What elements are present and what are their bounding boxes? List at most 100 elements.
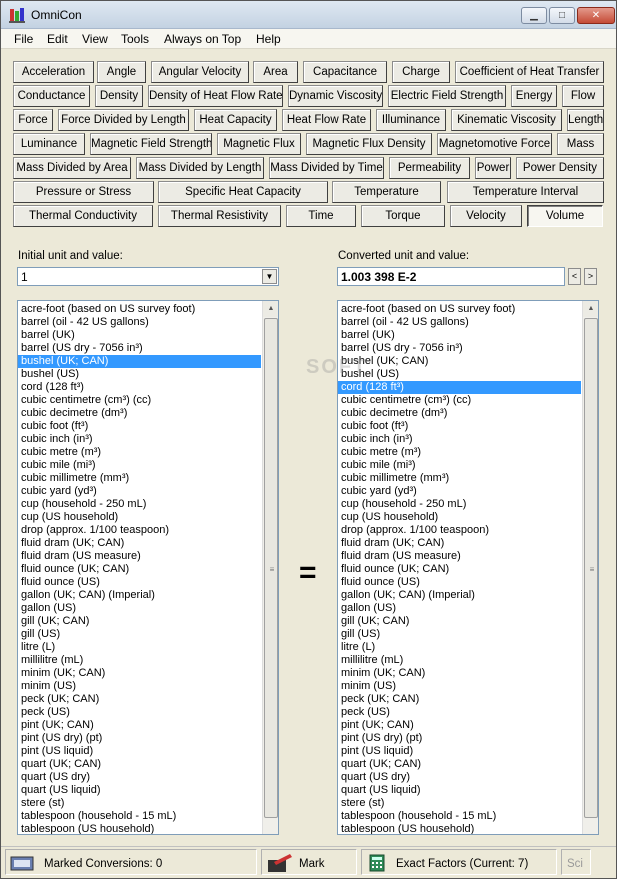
category-button-mass[interactable]: Mass <box>557 133 604 155</box>
unit-list-item[interactable]: cubic decimetre (dm³) <box>338 407 581 420</box>
next-arrow-icon[interactable]: > <box>584 268 597 285</box>
category-button-magnetic-flux[interactable]: Magnetic Flux <box>217 133 301 155</box>
unit-list-item[interactable]: millilitre (mL) <box>338 654 581 667</box>
unit-list-item[interactable]: cubic decimetre (dm³) <box>18 407 261 420</box>
unit-list-item[interactable]: fluid dram (US measure) <box>338 550 581 563</box>
unit-list-item[interactable]: cup (household - 250 mL) <box>338 498 581 511</box>
unit-list-item[interactable]: peck (US) <box>18 706 261 719</box>
category-button-angle[interactable]: Angle <box>97 61 146 83</box>
unit-list-item[interactable]: acre-foot (based on US survey foot) <box>338 303 581 316</box>
mark-panel[interactable]: Mark <box>261 849 357 875</box>
category-button-pressure-or-stress[interactable]: Pressure or Stress <box>13 181 154 203</box>
unit-list-item[interactable]: barrel (UK) <box>338 329 581 342</box>
unit-list-item[interactable]: bushel (UK; CAN) <box>18 355 261 368</box>
category-button-coefficient-of-heat-transfer[interactable]: Coefficient of Heat Transfer <box>455 61 604 83</box>
unit-list-item[interactable]: cubic centimetre (cm³) (cc) <box>338 394 581 407</box>
unit-list-item[interactable]: fluid ounce (UK; CAN) <box>338 563 581 576</box>
category-button-kinematic-viscosity[interactable]: Kinematic Viscosity <box>451 109 562 131</box>
category-button-illuminance[interactable]: Illuminance <box>376 109 446 131</box>
unit-list-item[interactable]: tablespoon (US household) <box>338 823 581 834</box>
unit-list-item[interactable]: litre (L) <box>338 641 581 654</box>
category-button-force[interactable]: Force <box>13 109 53 131</box>
unit-list-item[interactable]: gallon (US) <box>18 602 261 615</box>
category-button-thermal-conductivity[interactable]: Thermal Conductivity <box>13 205 153 227</box>
category-button-dynamic-viscosity[interactable]: Dynamic Viscosity <box>288 85 383 107</box>
category-button-volume[interactable]: Volume <box>527 205 603 227</box>
category-button-charge[interactable]: Charge <box>392 61 450 83</box>
unit-list-item[interactable]: cup (household - 250 mL) <box>18 498 261 511</box>
unit-list-item[interactable]: peck (UK; CAN) <box>338 693 581 706</box>
category-button-velocity[interactable]: Velocity <box>450 205 522 227</box>
exact-factors-panel[interactable]: Exact Factors (Current: 7) <box>361 849 557 875</box>
category-button-length[interactable]: Length <box>567 109 604 131</box>
unit-list-item[interactable]: cubic mile (mi³) <box>338 459 581 472</box>
scroll-up-icon[interactable]: ▲ <box>263 301 278 317</box>
unit-list-item[interactable]: millilitre (mL) <box>18 654 261 667</box>
title-bar[interactable]: OmniCon ▁ □ ✕ <box>1 1 616 29</box>
unit-list-item[interactable]: cubic inch (in³) <box>338 433 581 446</box>
unit-list-item[interactable]: barrel (US dry - 7056 in³) <box>338 342 581 355</box>
menu-file[interactable]: File <box>14 32 33 46</box>
target-unit-list[interactable]: acre-foot (based on US survey foot) barre… <box>337 300 599 835</box>
unit-list-item[interactable]: minim (UK; CAN) <box>18 667 261 680</box>
unit-list-item[interactable]: barrel (US dry - 7056 in³) <box>18 342 261 355</box>
target-list-scrollbar[interactable]: ▲ ≡ <box>582 301 598 834</box>
source-unit-list[interactable]: acre-foot (based on US survey foot) barre… <box>17 300 279 835</box>
category-button-mass-divided-by-length[interactable]: Mass Divided by Length <box>136 157 264 179</box>
sci-panel[interactable]: Sci <box>561 849 591 875</box>
unit-list-item[interactable]: quart (UK; CAN) <box>18 758 261 771</box>
category-button-electric-field-strength[interactable]: Electric Field Strength <box>388 85 506 107</box>
unit-list-item[interactable]: pint (US liquid) <box>338 745 581 758</box>
unit-list-item[interactable]: minim (UK; CAN) <box>338 667 581 680</box>
marked-conversions-panel[interactable]: Marked Conversions: 0 <box>5 849 257 875</box>
category-button-capacitance[interactable]: Capacitance <box>303 61 387 83</box>
category-button-mass-divided-by-time[interactable]: Mass Divided by Time <box>269 157 384 179</box>
unit-list-item[interactable]: fluid dram (UK; CAN) <box>18 537 261 550</box>
unit-list-item[interactable]: barrel (UK) <box>18 329 261 342</box>
unit-list-item[interactable]: tablespoon (household - 15 mL) <box>338 810 581 823</box>
unit-list-item[interactable]: gill (UK; CAN) <box>338 615 581 628</box>
unit-list-item[interactable]: drop (approx. 1/100 teaspoon) <box>338 524 581 537</box>
category-button-temperature-interval[interactable]: Temperature Interval <box>447 181 604 203</box>
unit-list-item[interactable]: stere (st) <box>18 797 261 810</box>
category-button-conductance[interactable]: Conductance <box>13 85 90 107</box>
unit-list-item[interactable]: pint (US dry) (pt) <box>338 732 581 745</box>
unit-list-item[interactable]: bushel (US) <box>338 368 581 381</box>
category-button-angular-velocity[interactable]: Angular Velocity <box>151 61 249 83</box>
unit-list-item[interactable]: fluid dram (UK; CAN) <box>338 537 581 550</box>
unit-list-item[interactable]: litre (L) <box>18 641 261 654</box>
initial-value-combo[interactable]: 1 ▼ <box>17 267 279 286</box>
category-button-luminance[interactable]: Luminance <box>13 133 85 155</box>
combo-dropdown-icon[interactable]: ▼ <box>262 269 277 284</box>
menu-always-on-top[interactable]: Always on Top <box>164 32 241 46</box>
unit-list-item[interactable]: bushel (US) <box>18 368 261 381</box>
unit-list-item[interactable]: cubic metre (m³) <box>18 446 261 459</box>
maximize-button[interactable]: □ <box>549 7 575 24</box>
menu-tools[interactable]: Tools <box>121 32 149 46</box>
converted-value-field[interactable]: 1.003 398 E-2 <box>337 267 565 286</box>
category-button-temperature[interactable]: Temperature <box>332 181 441 203</box>
unit-list-item[interactable]: pint (US dry) (pt) <box>18 732 261 745</box>
previous-arrow-icon[interactable]: < <box>568 268 581 285</box>
unit-list-item[interactable]: cubic millimetre (mm³) <box>18 472 261 485</box>
category-button-time[interactable]: Time <box>286 205 356 227</box>
scroll-thumb[interactable]: ≡ <box>584 318 598 818</box>
unit-list-item[interactable]: cord (128 ft³) <box>338 381 581 394</box>
category-button-density-of-heat-flow-rate[interactable]: Density of Heat Flow Rate <box>148 85 283 107</box>
minimize-button[interactable]: ▁ <box>521 7 547 24</box>
unit-list-item[interactable]: tablespoon (household - 15 mL) <box>18 810 261 823</box>
unit-list-item[interactable]: cubic inch (in³) <box>18 433 261 446</box>
unit-list-item[interactable]: gallon (US) <box>338 602 581 615</box>
unit-list-item[interactable]: fluid dram (US measure) <box>18 550 261 563</box>
unit-list-item[interactable]: drop (approx. 1/100 teaspoon) <box>18 524 261 537</box>
unit-list-item[interactable]: quart (US dry) <box>18 771 261 784</box>
unit-list-item[interactable]: fluid ounce (UK; CAN) <box>18 563 261 576</box>
unit-list-item[interactable]: minim (US) <box>338 680 581 693</box>
unit-list-item[interactable]: gill (US) <box>18 628 261 641</box>
category-button-energy[interactable]: Energy <box>511 85 557 107</box>
unit-list-item[interactable]: cubic metre (m³) <box>338 446 581 459</box>
unit-list-item[interactable]: quart (US dry) <box>338 771 581 784</box>
category-button-density[interactable]: Density <box>95 85 143 107</box>
unit-list-item[interactable]: cubic centimetre (cm³) (cc) <box>18 394 261 407</box>
menu-view[interactable]: View <box>82 32 108 46</box>
